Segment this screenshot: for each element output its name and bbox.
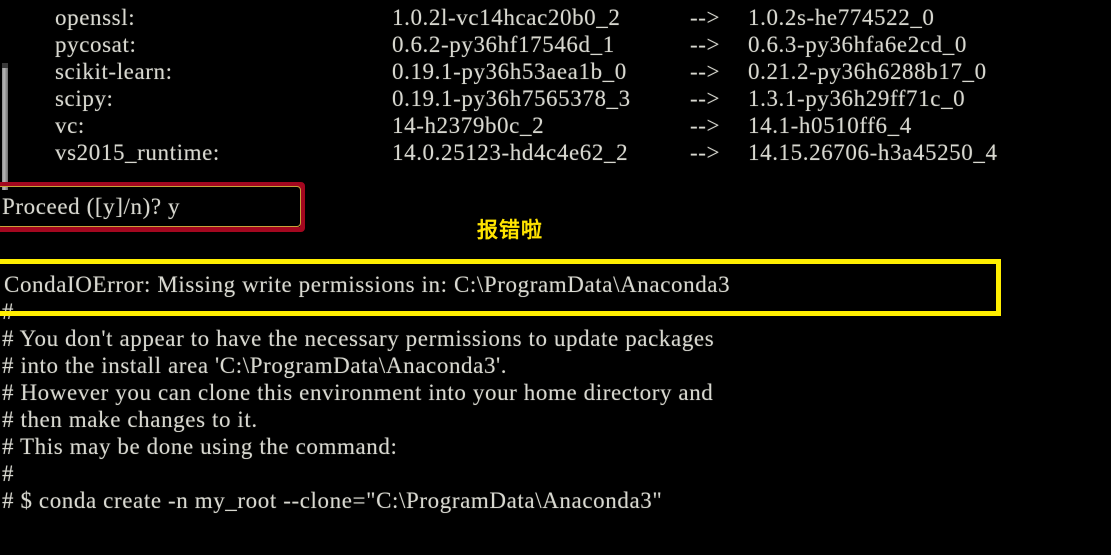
hash-comment-line: # This may be done using the command: xyxy=(2,434,398,459)
hash-comment-line: # xyxy=(2,299,15,324)
package-row-name: vs2015_runtime: xyxy=(55,140,220,165)
package-row-arrow: --> xyxy=(690,113,721,138)
package-row-from: 0.19.1-py36h7565378_3 xyxy=(392,86,631,111)
package-row-arrow: --> xyxy=(690,32,721,57)
package-row-to: 1.3.1-py36h29ff71c_0 xyxy=(748,86,966,111)
package-row-arrow: --> xyxy=(690,59,721,84)
terminal-screen: openssl: 1.0.2l-vc14hcac20b0_2 --> 1.0.2… xyxy=(0,0,1111,555)
package-row-arrow: --> xyxy=(690,86,721,111)
package-row-name: pycosat: xyxy=(55,32,137,57)
hash-comment-line: # However you can clone this environment… xyxy=(2,380,714,405)
package-row-arrow: --> xyxy=(690,140,721,165)
error-message-line: CondaIOError: Missing write permissions … xyxy=(4,272,731,297)
package-row-from: 14.0.25123-hd4c4e62_2 xyxy=(392,140,629,165)
package-row-name: openssl: xyxy=(55,5,136,30)
proceed-prompt-line: Proceed ([y]/n)? y xyxy=(2,194,181,219)
hash-comment-line: # then make changes to it. xyxy=(2,407,258,432)
hash-comment-line: # You don't appear to have the necessary… xyxy=(2,326,715,351)
package-row-name: vc: xyxy=(55,113,85,138)
package-row-to: 14.1-h0510ff6_4 xyxy=(748,113,912,138)
annotation-note-label: 报错啦 xyxy=(477,218,543,242)
package-row-from: 14-h2379b0c_2 xyxy=(392,113,545,138)
hash-comment-line: # into the install area 'C:\ProgramData\… xyxy=(2,353,508,378)
package-row-to: 14.15.26706-h3a45250_4 xyxy=(748,140,998,165)
hash-comment-line: # xyxy=(2,461,15,486)
package-row-to: 1.0.2s-he774522_0 xyxy=(748,5,935,30)
package-row-to: 0.6.3-py36hfa6e2cd_0 xyxy=(748,32,967,57)
package-row-from: 0.6.2-py36hf17546d_1 xyxy=(392,32,615,57)
package-row-name: scikit-learn: xyxy=(55,59,173,84)
package-row-from: 0.19.1-py36h53aea1b_0 xyxy=(392,59,627,84)
vertical-scrollbar-thumb[interactable] xyxy=(2,68,8,190)
package-row-from: 1.0.2l-vc14hcac20b0_2 xyxy=(392,5,621,30)
package-row-arrow: --> xyxy=(690,5,721,30)
package-row-name: scipy: xyxy=(55,86,114,111)
hash-comment-command-line: # $ conda create -n my_root --clone="C:\… xyxy=(2,488,663,513)
package-row-to: 0.21.2-py36h6288b17_0 xyxy=(748,59,987,84)
